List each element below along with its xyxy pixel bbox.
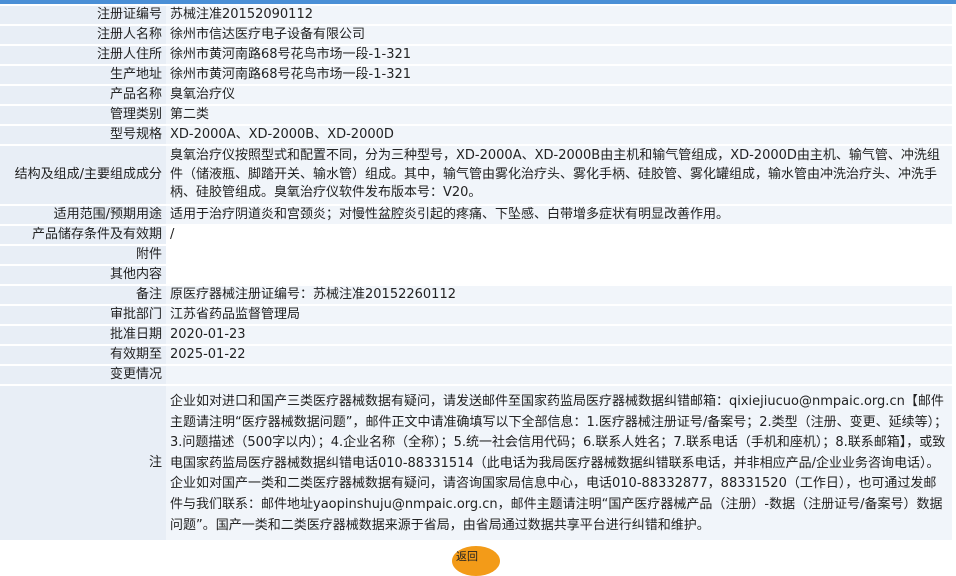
field-value: /	[166, 226, 952, 244]
row-storage-validity: 产品储存条件及有效期 /	[0, 226, 952, 244]
row-other-content: 其他内容	[0, 266, 952, 284]
row-remarks: 备注 原医疗器械注册证编号：苏械注准20152260112	[0, 286, 952, 304]
row-model-spec: 型号规格 XD-2000A、XD-2000B、XD-2000D	[0, 126, 952, 144]
field-label: 其他内容	[0, 266, 166, 284]
row-registration-number: 注册证编号 苏械注准20152090112	[0, 6, 952, 24]
field-value: 江苏省药品监督管理局	[166, 306, 952, 324]
row-registrant-address: 注册人住所 徐州市黄河南路68号花鸟市场一段-1-321	[0, 46, 952, 64]
field-label: 附件	[0, 246, 166, 264]
field-value: 苏械注准20152090112	[166, 6, 952, 24]
field-value: 第二类	[166, 106, 952, 124]
field-label: 型号规格	[0, 126, 166, 144]
field-label: 产品名称	[0, 86, 166, 104]
row-intended-use: 适用范围/预期用途 适用于治疗阴道炎和宫颈炎；对慢性盆腔炎引起的疼痛、下坠感、白…	[0, 206, 952, 224]
row-production-address: 生产地址 徐州市黄河南路68号花鸟市场一段-1-321	[0, 66, 952, 84]
row-attachments: 附件	[0, 246, 952, 264]
field-value: 臭氧治疗仪按照型式和配置不同，分为三种型号，XD-2000A、XD-2000B由…	[166, 146, 952, 204]
notes-text: 企业如对进口和国产三类医疗器械数据有疑问，请发送邮件至国家药监局医疗器械数据纠错…	[166, 386, 952, 541]
field-label: 备注	[0, 286, 166, 304]
row-valid-until: 有效期至 2025-01-22	[0, 346, 952, 364]
return-button-label: 返回	[456, 550, 478, 563]
field-value	[166, 366, 952, 384]
field-value	[166, 246, 952, 264]
field-value: 徐州市信达医疗电子设备有限公司	[166, 26, 952, 44]
row-registrant-name: 注册人名称 徐州市信达医疗电子设备有限公司	[0, 26, 952, 44]
field-label: 变更情况	[0, 366, 166, 384]
registration-detail-table: 注册证编号 苏械注准20152090112 注册人名称 徐州市信达医疗电子设备有…	[0, 4, 952, 542]
field-label: 产品储存条件及有效期	[0, 226, 166, 244]
row-approval-date: 批准日期 2020-01-23	[0, 326, 952, 344]
field-value: 徐州市黄河南路68号花鸟市场一段-1-321	[166, 46, 952, 64]
field-label: 批准日期	[0, 326, 166, 344]
field-label: 注册人名称	[0, 26, 166, 44]
field-value: 2025-01-22	[166, 346, 952, 364]
field-label: 有效期至	[0, 346, 166, 364]
field-label: 审批部门	[0, 306, 166, 324]
return-button[interactable]: 返回	[452, 546, 500, 576]
row-management-class: 管理类别 第二类	[0, 106, 952, 124]
field-value: 原医疗器械注册证编号：苏械注准20152260112	[166, 286, 952, 304]
field-label: 注册人住所	[0, 46, 166, 64]
field-value	[166, 266, 952, 284]
field-value: 徐州市黄河南路68号花鸟市场一段-1-321	[166, 66, 952, 84]
field-value: XD-2000A、XD-2000B、XD-2000D	[166, 126, 952, 144]
notes-label: 注	[0, 386, 166, 541]
field-label: 注册证编号	[0, 6, 166, 24]
field-label: 生产地址	[0, 66, 166, 84]
field-value: 臭氧治疗仪	[166, 86, 952, 104]
field-label: 适用范围/预期用途	[0, 206, 166, 224]
row-product-name: 产品名称 臭氧治疗仪	[0, 86, 952, 104]
row-notes: 注 企业如对进口和国产三类医疗器械数据有疑问，请发送邮件至国家药监局医疗器械数据…	[0, 386, 952, 541]
row-structure-composition: 结构及组成/主要组成成分 臭氧治疗仪按照型式和配置不同，分为三种型号，XD-20…	[0, 146, 952, 204]
field-value: 适用于治疗阴道炎和宫颈炎；对慢性盆腔炎引起的疼痛、下坠感、白带增多症状有明显改善…	[166, 206, 952, 224]
field-value: 2020-01-23	[166, 326, 952, 344]
field-label: 管理类别	[0, 106, 166, 124]
row-approval-department: 审批部门 江苏省药品监督管理局	[0, 306, 952, 324]
row-change-history: 变更情况	[0, 366, 952, 384]
field-label: 结构及组成/主要组成成分	[0, 146, 166, 204]
